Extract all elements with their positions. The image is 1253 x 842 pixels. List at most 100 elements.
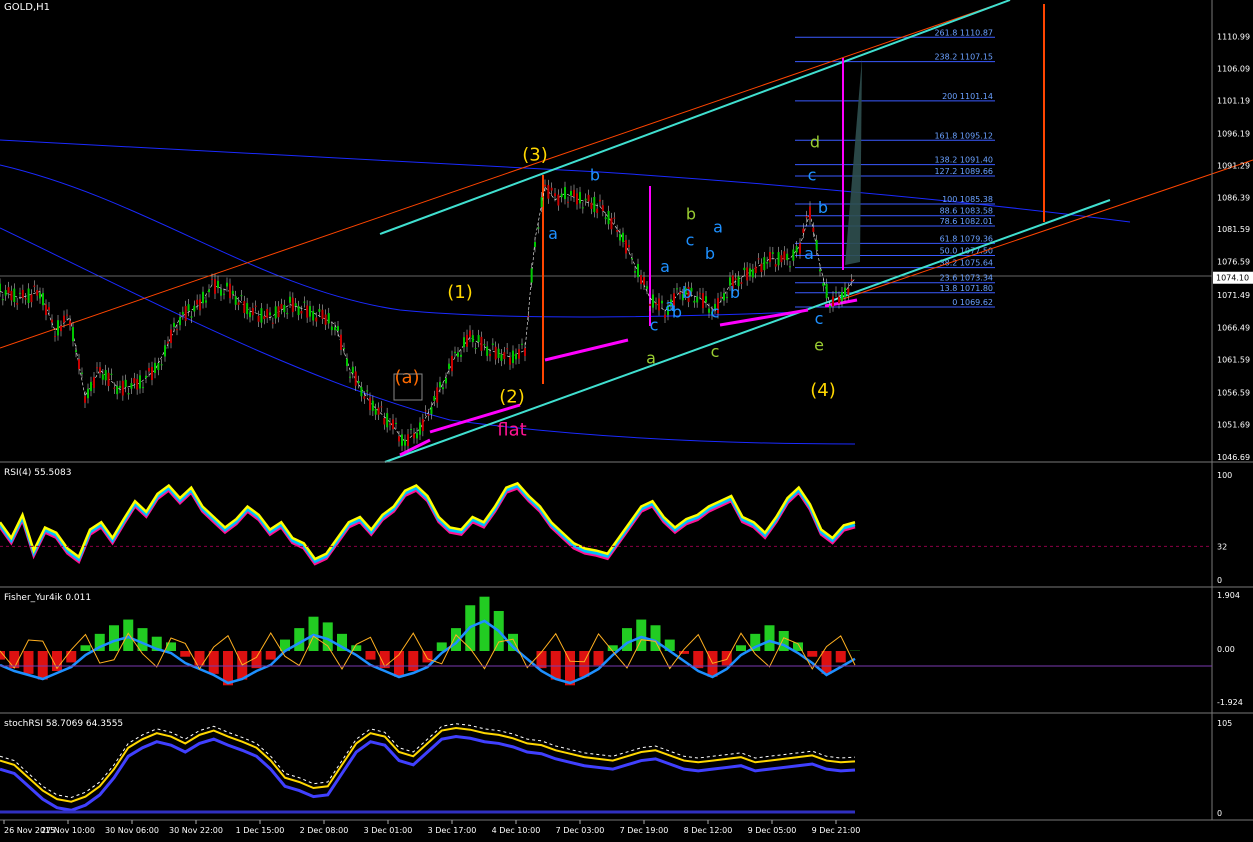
stochrsi-tick-label: 105 [1217,719,1232,728]
candle-body [366,390,368,391]
candle-body [693,301,695,303]
wave-label: c [686,231,695,250]
candle-body [258,316,260,322]
candle-body [173,323,175,327]
candle-body [772,252,774,254]
candle-body [96,367,98,368]
candle-body [272,323,274,324]
candle-body [170,329,172,343]
candle-body [702,293,704,308]
candle-body [463,337,465,347]
candle-body [343,348,345,349]
candle-body [404,440,406,446]
candle-body [588,195,590,202]
candle-body [167,342,169,344]
candle-body [439,382,441,387]
candle-body [263,316,265,319]
candle-body [196,300,198,305]
price-tick-label: 1076.59 [1217,257,1250,266]
candle-body [205,300,207,302]
candle-body [851,279,853,280]
candle-body [743,268,745,270]
candle-body [30,294,32,302]
fib-level-label: 23.6 1073.34 [940,274,993,283]
price-tick-label: 1096.19 [1217,129,1250,138]
candle-body [188,304,190,311]
candle-body [2,299,4,300]
wave-label: b [590,165,600,184]
candle-body [179,317,181,325]
candle-body [243,301,245,313]
time-label: 30 Nov 22:00 [169,826,223,835]
candle-body [303,302,305,303]
candle-body [8,287,10,293]
candle-body [442,387,444,389]
candle-body [509,357,511,364]
candle-body [812,228,814,232]
candle-body [454,352,456,353]
candle-body [585,199,587,201]
price-tick-label: 1106.09 [1217,65,1250,74]
wave-label: (1) [447,282,473,303]
candle-body [605,217,607,219]
candle-body [628,245,630,247]
candle-body [334,327,336,330]
price-tick-label: 1091.29 [1217,161,1250,170]
time-label: 3 Dec 01:00 [364,826,413,835]
candle-body [208,289,210,292]
fib-level-label: 100 1085.38 [942,195,993,204]
candle-body [331,327,333,331]
candle-body [573,190,575,197]
stochrsi-title: stochRSI 58.7069 64.3555 [4,719,123,729]
price-tick-label: 1071.49 [1217,291,1250,300]
candle-body [295,303,297,306]
candle-body [346,359,348,366]
candle-body [199,299,201,310]
candle-body [838,297,840,304]
wave-label: b [705,244,715,263]
candle-body [139,375,141,388]
candle-body [84,396,86,403]
candle-body [372,401,374,411]
candle-body [557,195,559,206]
candle-body [740,282,742,284]
candle-body [75,350,77,352]
candle-body [90,382,92,391]
fisher-bar [765,625,775,651]
main-chart-title: GOLD,H1 [4,2,50,13]
candle-body [151,367,153,380]
candle-body [63,316,65,323]
price-tick-label: 1101.19 [1217,97,1250,106]
candle-body [841,292,843,301]
candle-body [567,202,569,203]
candle-body [480,337,482,351]
candle-body [796,246,798,252]
price-tick-label: 1066.49 [1217,324,1250,333]
candle-body [478,335,480,342]
candle-body [145,376,147,378]
time-label: 27 Nov 10:00 [41,826,95,835]
candle-body [66,315,68,316]
candle-body [102,374,104,379]
candle-body [318,309,320,312]
candle-body [398,436,400,441]
candle-body [608,211,610,224]
candle-body [430,407,432,414]
candle-body [492,344,494,345]
rsi-tick-label: 100 [1217,471,1232,480]
candle-body [735,278,737,279]
candle-body [45,305,47,315]
candle-body [352,367,354,373]
candle-body [275,306,277,318]
candle-body [72,327,74,341]
candle-body [148,368,150,372]
candle-body [176,329,178,330]
candle-body [723,293,725,300]
fisher-bar [294,628,304,651]
fib-level-label: 261.8 1110.87 [934,28,993,37]
candle-body [220,289,222,295]
candle-body [561,194,563,198]
candle-body [113,388,115,389]
current-price-label: 1074.10 [1216,274,1249,283]
candle-body [122,381,124,396]
